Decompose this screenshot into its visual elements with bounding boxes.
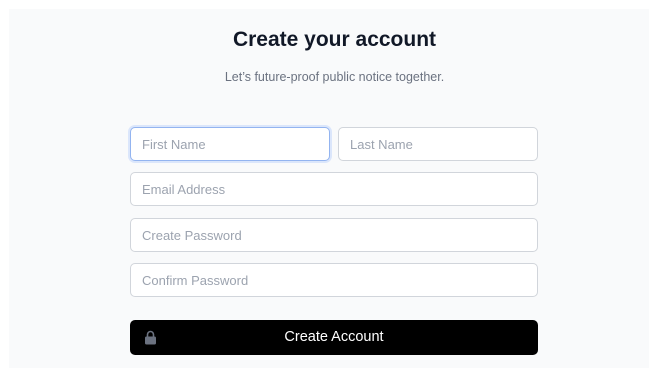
page-title: Create your account [232,28,437,51]
email-input[interactable] [130,172,538,206]
lock-icon [145,330,156,345]
first-name-input[interactable] [130,127,330,161]
last-name-input[interactable] [338,127,538,161]
confirm-password-input[interactable] [130,263,538,297]
create-account-button[interactable]: Create Account [130,320,538,355]
page-subtitle: Let’s future-proof public notice togethe… [224,70,445,84]
create-password-input[interactable] [130,218,538,252]
create-account-label: Create Account [284,329,384,345]
